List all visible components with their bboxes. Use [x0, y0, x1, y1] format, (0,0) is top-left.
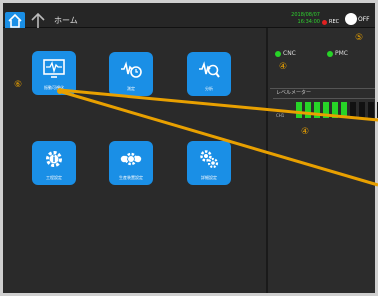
tile-label: 工程設定 [46, 175, 62, 180]
level-segment [305, 102, 311, 118]
level-segment [350, 102, 356, 118]
toggle-label: OFF [358, 16, 370, 23]
tile-analysis[interactable]: 分析 [187, 52, 231, 96]
tile-label: 振動可視化 [44, 85, 64, 90]
multi-gear-icon [120, 152, 142, 166]
tile-label: 詳細設定 [201, 175, 217, 180]
tile-label: 分析 [205, 86, 213, 91]
date-text: 2018/08/07 [291, 12, 320, 18]
home-icon [8, 13, 22, 28]
level-segment [359, 102, 365, 118]
annotation-5: ⑤ [355, 33, 364, 43]
tile-process-settings[interactable]: 工程設定 [32, 141, 76, 185]
annotation-6: ⑥ [14, 80, 23, 90]
pmc-led-icon [327, 51, 333, 57]
gears-icon [200, 150, 219, 169]
rec-toggle[interactable]: OFF [345, 13, 373, 25]
level-segment [314, 102, 320, 118]
datetime-display: 2018/08/07 16:34:00 [284, 12, 320, 26]
pmc-label: PMC [335, 50, 348, 57]
waveform-monitor-icon [43, 59, 65, 78]
tile-detail-settings[interactable]: 詳細設定 [187, 141, 231, 185]
waveform-search-icon [199, 61, 220, 78]
waveform-clock-icon [121, 61, 142, 78]
tile-equipment-settings[interactable]: 生産装置設定 [109, 141, 153, 185]
cnc-led-icon [275, 51, 281, 57]
annotation-4-top: ④ [279, 62, 288, 72]
level-segment [368, 102, 374, 118]
cnc-label: CNC [283, 50, 296, 57]
rec-label: REC [329, 19, 340, 25]
level-meter-rule [273, 98, 375, 99]
time-text: 16:34:00 [297, 19, 320, 25]
gear-info-icon [46, 151, 62, 167]
rec-dot-icon [322, 20, 327, 25]
toggle-knob [345, 13, 357, 25]
tile-measure[interactable]: 測定 [109, 52, 153, 96]
level-meter-label: レベルメーター [276, 90, 312, 96]
tile-label: 生産装置設定 [119, 175, 143, 180]
level-segment [323, 102, 329, 118]
tile-label: 測定 [127, 86, 135, 91]
annotation-4-mid: ④ [301, 127, 310, 137]
level-segment [296, 102, 302, 118]
level-segment [332, 102, 338, 118]
page-title: ホーム [54, 16, 78, 25]
tile-vibration-visualize[interactable]: 振動可視化 [32, 51, 76, 95]
level-segment [341, 102, 347, 118]
channel-label: CH1 [276, 113, 285, 118]
